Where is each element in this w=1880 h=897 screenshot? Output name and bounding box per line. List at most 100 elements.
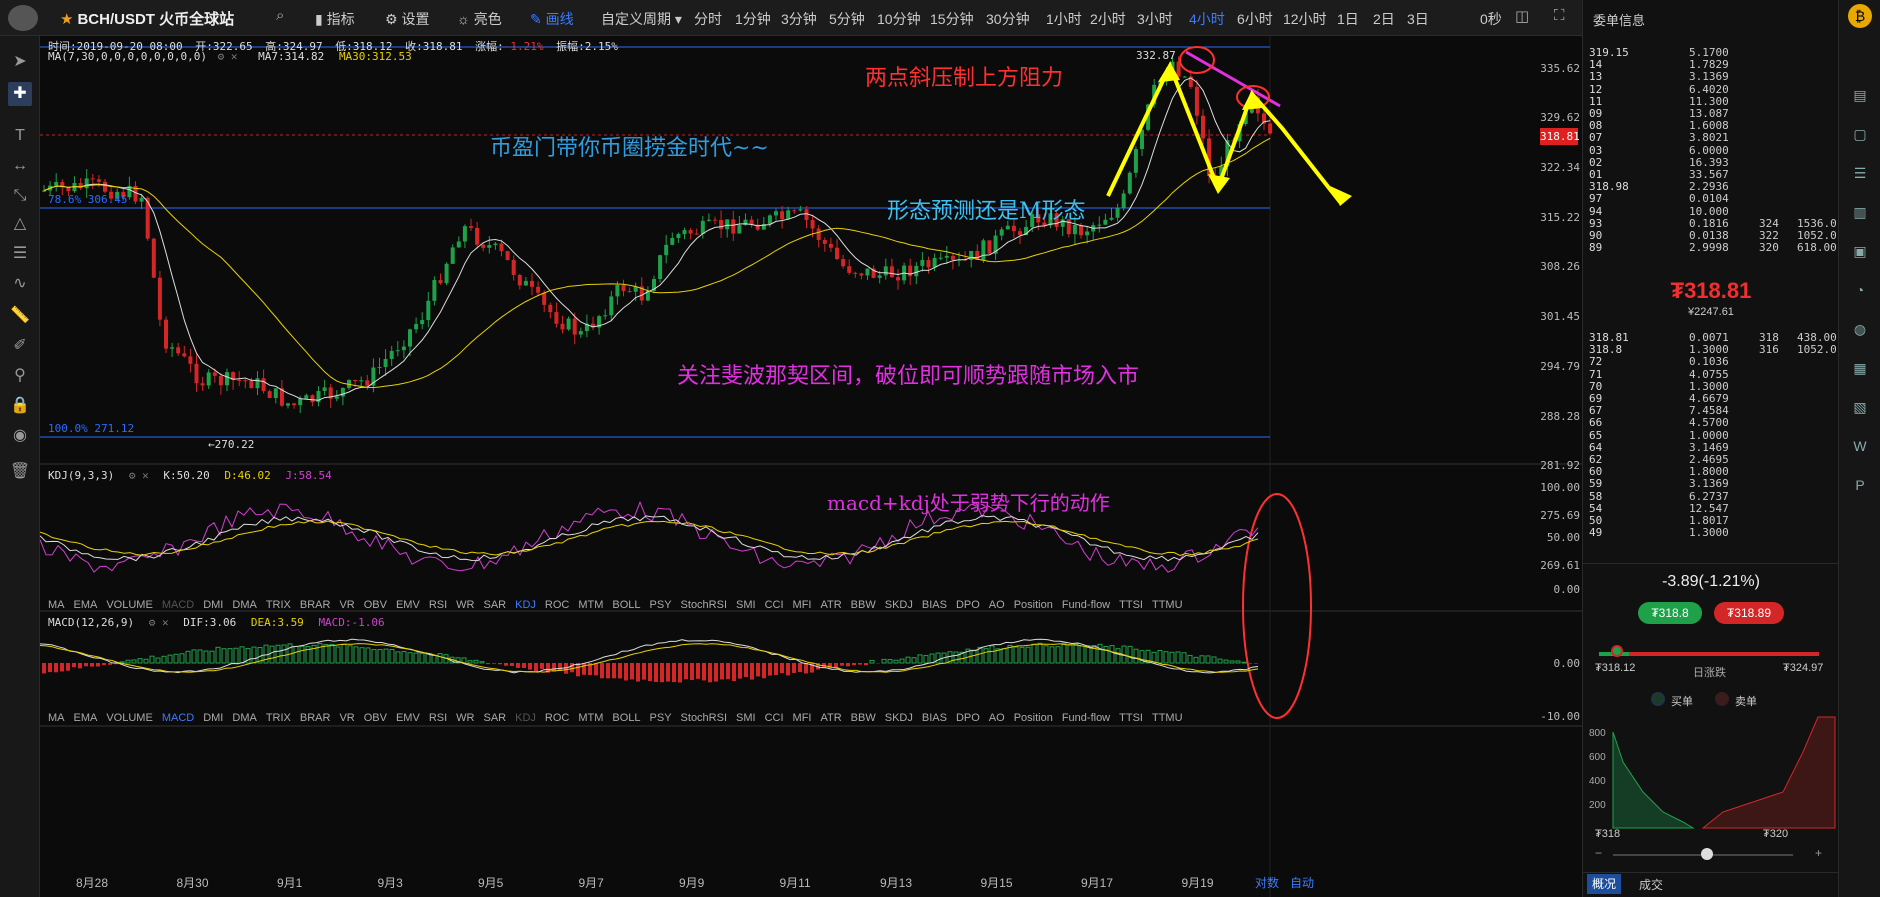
tab-trades[interactable]: 成交 — [1639, 876, 1663, 893]
indicator-tab-dmi[interactable]: DMI — [203, 712, 223, 724]
indicator-tab-emv[interactable]: EMV — [396, 712, 420, 724]
period-12[interactable]: 12小时 — [1283, 9, 1327, 29]
chart-icon[interactable]: ▥ — [1848, 200, 1872, 224]
bids-row[interactable]: 65 1.0000 — [1589, 429, 1835, 442]
period-14[interactable]: 2日 — [1373, 9, 1395, 29]
triangle-icon[interactable]: △ — [8, 212, 32, 236]
indicator-tab-ttmu[interactable]: TTMU — [1152, 599, 1183, 611]
symbol-title[interactable]: ★ BCH/USDT 火币全球站 — [60, 8, 234, 29]
asks-row[interactable]: 93 0.1816 324 1536.0 — [1589, 217, 1837, 230]
indicator-tab-ema[interactable]: EMA — [74, 712, 98, 724]
indicator-tab-trix[interactable]: TRIX — [266, 712, 291, 724]
bids-row[interactable]: 54 12.547 — [1589, 502, 1835, 515]
bids-row[interactable]: 60 1.8000 — [1589, 465, 1835, 478]
indicator-tab-ao[interactable]: AO — [989, 599, 1005, 611]
indicator-tab-emv[interactable]: EMV — [396, 599, 420, 611]
indicator-tab-atr[interactable]: ATR — [820, 712, 841, 724]
indicator-tab-vr[interactable]: VR — [339, 599, 354, 611]
depth-chart[interactable] — [1583, 712, 1839, 832]
asks-row[interactable]: 94 10.000 — [1589, 205, 1835, 218]
card-icon[interactable]: ▣ — [1848, 239, 1872, 263]
indicator-tab-brar[interactable]: BRAR — [300, 599, 331, 611]
draw-line-menu[interactable]: ✎ 画线 — [530, 9, 574, 29]
light-mode-menu[interactable]: ☼ 亮色 — [457, 9, 502, 29]
indicator-tab-psy[interactable]: PSY — [650, 599, 672, 611]
period-3[interactable]: 5分钟 — [829, 9, 865, 29]
indicator-tab-smi[interactable]: SMI — [736, 599, 756, 611]
indicator-tab-fund-flow[interactable]: Fund-flow — [1062, 599, 1110, 611]
indicator-tab-position[interactable]: Position — [1014, 599, 1053, 611]
indicator-tab-ttmu[interactable]: TTMU — [1152, 712, 1183, 724]
lock-icon[interactable]: 🔒 — [8, 394, 32, 418]
text-icon[interactable]: T — [8, 124, 32, 148]
indicator-tab-dma[interactable]: DMA — [232, 599, 256, 611]
indicator-tab-skdj[interactable]: SKDJ — [885, 599, 913, 611]
tab-overview[interactable]: 概况 — [1587, 874, 1621, 894]
log-scale-toggle[interactable]: 对数 — [1255, 874, 1279, 891]
period-1[interactable]: 1分钟 — [735, 9, 771, 29]
star-icon[interactable]: ★ — [60, 11, 73, 28]
indicator-tab-mfi[interactable]: MFI — [793, 599, 812, 611]
pen-icon[interactable]: ✐ — [8, 334, 32, 358]
bids-row[interactable]: 70 1.3000 — [1589, 380, 1835, 393]
indicator-tab-vr[interactable]: VR — [339, 712, 354, 724]
indicator-tab-fund-flow[interactable]: Fund-flow — [1062, 712, 1110, 724]
bids-row[interactable]: 72 0.1036 — [1589, 355, 1835, 368]
asks-row[interactable]: 97 0.0104 — [1589, 192, 1835, 205]
indicator-tab-ttsi[interactable]: TTSI — [1119, 599, 1143, 611]
wallet-icon[interactable]: ▤ — [1848, 83, 1872, 107]
doc-icon[interactable]: ▢ — [1848, 122, 1872, 146]
book-icon[interactable]: ▦ — [1848, 356, 1872, 380]
sell-price-button[interactable]: ₮318.89 — [1714, 602, 1784, 624]
bids-row[interactable]: 58 6.2737 — [1589, 490, 1835, 503]
bids-row[interactable]: 62 2.4695 — [1589, 453, 1835, 466]
indicator-tab-sar[interactable]: SAR — [483, 599, 506, 611]
period-10[interactable]: 4小时 — [1189, 9, 1225, 29]
bitcoin-icon[interactable]: ₿ — [1848, 4, 1872, 28]
asks-row[interactable]: 14 1.7829 — [1589, 58, 1835, 71]
indicator-tab-roc[interactable]: ROC — [545, 712, 569, 724]
indicator-tab-bbw[interactable]: BBW — [851, 712, 876, 724]
search-icon[interactable]: ⌕ — [276, 7, 284, 24]
asks-row[interactable]: 08 1.6008 — [1589, 119, 1835, 132]
bids-row[interactable]: 69 4.6679 — [1589, 392, 1835, 405]
indicator-tab-obv[interactable]: OBV — [364, 712, 387, 724]
ray-icon[interactable]: ⤡ — [8, 184, 32, 208]
period-4[interactable]: 10分钟 — [877, 9, 921, 29]
indicator-tab-wr[interactable]: WR — [456, 599, 474, 611]
period-8[interactable]: 2小时 — [1090, 9, 1126, 29]
bids-row[interactable]: 318.81 0.0071 318 438.00 — [1589, 331, 1837, 344]
period-2[interactable]: 3分钟 — [781, 9, 817, 29]
magnet-icon[interactable]: ⚲ — [8, 364, 32, 388]
indicator-tab-mtm[interactable]: MTM — [578, 599, 603, 611]
indicator-tab-volume[interactable]: VOLUME — [106, 712, 152, 724]
indicator-tab-dma[interactable]: DMA — [232, 712, 256, 724]
asks-row[interactable]: 02 16.393 — [1589, 156, 1835, 169]
settings-menu[interactable]: ⚙ 设置 — [385, 9, 429, 29]
indicator-tab-brar[interactable]: BRAR — [300, 712, 331, 724]
indicator-tab-ema[interactable]: EMA — [74, 599, 98, 611]
period-13[interactable]: 1日 — [1337, 9, 1359, 29]
indicator-tab-ao[interactable]: AO — [989, 712, 1005, 724]
indicator-tab-smi[interactable]: SMI — [736, 712, 756, 724]
indicator-tab-ttsi[interactable]: TTSI — [1119, 712, 1143, 724]
clock-icon[interactable]: ◔ — [1848, 278, 1872, 302]
zoom-handle[interactable] — [1701, 848, 1713, 860]
custom-period-dropdown[interactable]: 自定义周期 ▾ — [601, 9, 682, 29]
indicator-tab-ma[interactable]: MA — [48, 712, 65, 724]
period-7[interactable]: 1小时 — [1046, 9, 1082, 29]
indicator-tab-dpo[interactable]: DPO — [956, 712, 980, 724]
trash-icon[interactable]: 🗑 — [8, 460, 32, 484]
globe-icon[interactable]: ◍ — [1848, 317, 1872, 341]
period-11[interactable]: 6小时 — [1237, 9, 1273, 29]
bids-row[interactable]: 59 3.1369 — [1589, 477, 1835, 490]
indicator-tab-psy[interactable]: PSY — [650, 712, 672, 724]
indicator-tab-cci[interactable]: CCI — [765, 599, 784, 611]
ruler-icon[interactable]: 📏 — [8, 304, 32, 328]
indicator-tab-skdj[interactable]: SKDJ — [885, 712, 913, 724]
indicator-tab-volume[interactable]: VOLUME — [106, 599, 152, 611]
bids-row[interactable]: 50 1.8017 — [1589, 514, 1835, 527]
wave-icon[interactable]: ∿ — [8, 272, 32, 296]
zoom-out-icon[interactable]: − — [1595, 846, 1602, 860]
indicator-tab-mtm[interactable]: MTM — [578, 712, 603, 724]
